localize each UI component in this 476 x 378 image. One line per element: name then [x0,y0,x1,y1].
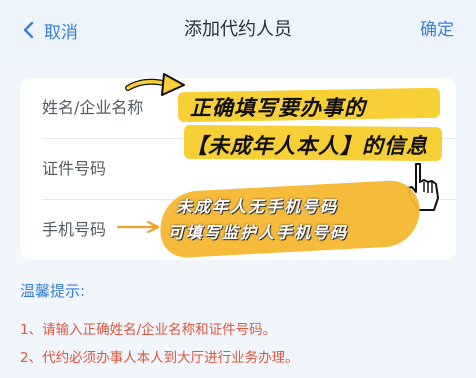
annotation-text-line2: 【未成年人本人】的信息 [186,134,428,158]
arrow-right-icon [116,220,160,234]
top-navigation-bar: 取消 添加代约人员 确定 [0,0,476,62]
annotation-text-line1: 正确填写要办事的 [190,96,366,120]
tip-item: 1、请输入正确姓名/企业名称和证件号码。 [20,322,277,338]
page-title: 添加代约人员 [184,19,292,40]
arrow-right-icon [125,73,185,96]
annotation-text-line4: 可填写监护人手机号码 [168,223,349,242]
phone-field-label: 手机号码 [42,220,107,239]
tip-item: 2、代约必须办事人本人到大厅进行业务办理。 [20,350,299,366]
confirm-button[interactable]: 确定 [420,17,454,43]
annotation-text-line3: 未成年人无手机号码 [176,197,339,216]
id-number-label: 证件号码 [42,159,107,178]
tips-title: 温馨提示: [20,282,86,300]
